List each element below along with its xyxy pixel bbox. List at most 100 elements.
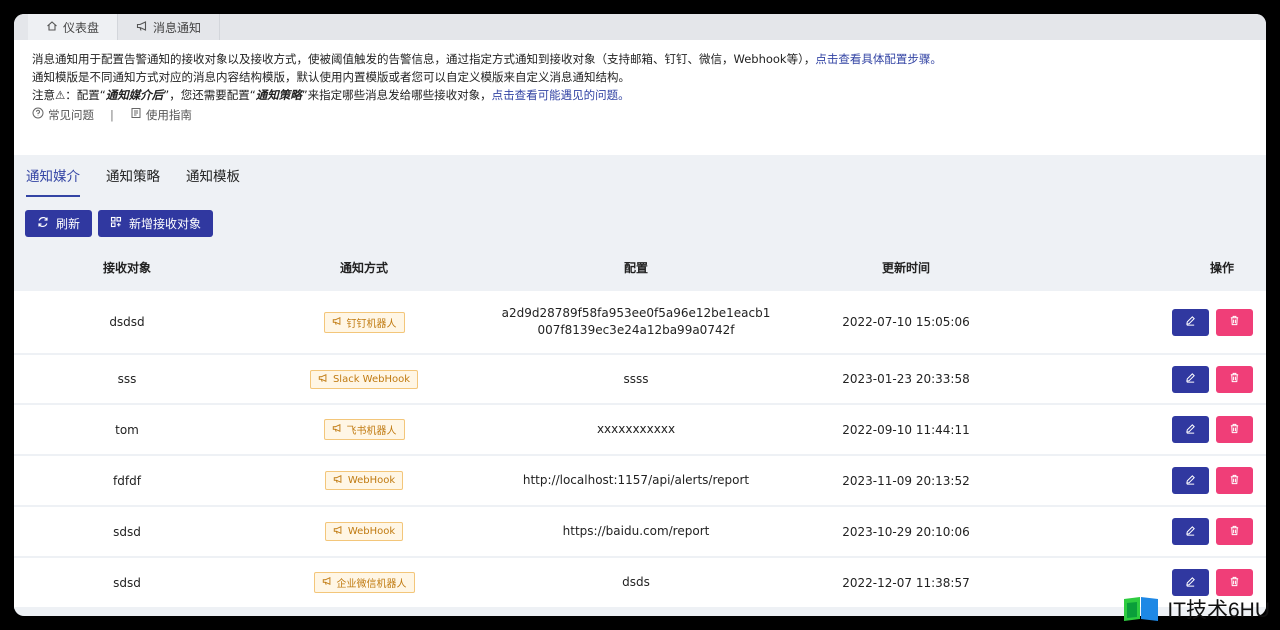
trash-icon <box>1229 474 1240 488</box>
tab-media[interactable]: 通知媒介 <box>26 165 80 197</box>
table-row: sss Slack WebHook ssss 2023-01-23 20:33:… <box>14 355 1266 405</box>
faq-label: 常见问题 <box>48 108 94 122</box>
pencil-icon <box>1185 372 1196 386</box>
column-header-receiver: 接收对象 <box>14 244 240 291</box>
config-cell: https://baidu.com/report <box>488 507 784 558</box>
trash-icon <box>1229 315 1240 329</box>
updated-time-cell: 2023-10-29 20:10:06 <box>784 507 1028 558</box>
notice-line-3: 注意⚠：配置“通知媒介后”，您还需要配置“通知策略”来指定哪些消息发给哪些接收对… <box>32 86 1248 104</box>
main-content: 通知媒介 通知策略 通知模板 刷新 新增接收对象 接收对象 通知方式 配置 更新… <box>14 155 1266 616</box>
tab-dashboard[interactable]: 仪表盘 <box>28 14 119 40</box>
delete-button[interactable] <box>1216 569 1253 596</box>
row-actions <box>1028 308 1266 336</box>
edit-button[interactable] <box>1172 416 1209 443</box>
tab-bar: 仪表盘 消息通知 <box>14 14 1266 40</box>
watermark: IT技术6HU <box>1123 594 1270 624</box>
notice-line-1: 消息通知用于配置告警通知的接收对象以及接收方式，使被阈值触发的告警信息，通过指定… <box>32 50 1248 68</box>
edit-button[interactable] <box>1172 308 1209 336</box>
app-window: 仪表盘 消息通知 消息通知用于配置告警通知的接收对象以及接收方式，使被阈值触发的… <box>14 14 1266 616</box>
method-badge: WebHook <box>324 471 404 490</box>
column-header-method: 通知方式 <box>240 244 488 291</box>
add-receiver-label: 新增接收对象 <box>129 217 202 231</box>
trash-icon <box>1229 423 1240 437</box>
tab-notifications[interactable]: 消息通知 <box>118 14 221 40</box>
config-line: a2d9d28789f58fa953ee0f5a96e12be1eacb1 <box>501 306 771 320</box>
config-line: xxxxxxxxxxx <box>596 422 676 436</box>
method-label: 钉钉机器人 <box>346 318 397 330</box>
method-cell: 企业微信机器人 <box>240 558 488 609</box>
pencil-icon <box>1185 576 1196 590</box>
question-circle-icon <box>32 106 44 124</box>
actions-header-label: 操作 <box>1209 261 1234 275</box>
megaphone-icon <box>136 20 148 35</box>
table-row: sdsd WebHook https://baidu.com/report 20… <box>14 507 1266 558</box>
method-cell: WebHook <box>240 456 488 507</box>
method-badge: 钉钉机器人 <box>323 311 405 333</box>
row-actions <box>1028 569 1266 596</box>
delete-button[interactable] <box>1216 416 1253 443</box>
method-label: WebHook <box>347 526 396 537</box>
tab-policy[interactable]: 通知策略 <box>106 165 160 197</box>
guide-label: 使用指南 <box>145 108 192 122</box>
method-label: Slack WebHook <box>332 373 411 385</box>
delete-button[interactable] <box>1216 308 1253 336</box>
guide-link[interactable]: 使用指南 <box>130 106 192 124</box>
home-icon <box>46 20 58 35</box>
config-cell: xxxxxxxxxxx <box>488 405 784 456</box>
megaphone-icon <box>332 423 342 436</box>
receiver-cell: sdsd <box>14 558 240 609</box>
delete-button[interactable] <box>1216 518 1253 545</box>
delete-button[interactable] <box>1216 365 1253 393</box>
document-icon <box>130 106 142 124</box>
method-label: 企业微信机器人 <box>336 579 407 590</box>
table-row: tom 飞书机器人 xxxxxxxxxxx 2022-09-10 11:44:1… <box>14 405 1266 456</box>
watermark-text: IT技术6HU <box>1167 599 1270 622</box>
tab-template[interactable]: 通知模板 <box>186 165 240 197</box>
delete-button[interactable] <box>1216 467 1253 494</box>
edit-button[interactable] <box>1172 518 1209 545</box>
tab-label: 消息通知 <box>153 20 202 35</box>
config-cell: a2d9d28789f58fa953ee0f5a96e12be1eacb1 00… <box>488 291 784 355</box>
config-line: https://baidu.com/report <box>562 524 710 538</box>
problems-link[interactable]: 点击查看可能遇见的问题。 <box>492 88 630 102</box>
table-row: fdfdf WebHook http://localhost:1157/api/… <box>14 456 1266 507</box>
config-cell: ssss <box>488 355 784 405</box>
notice-text: 注意⚠：配置“ <box>32 88 106 102</box>
megaphone-icon <box>333 525 343 538</box>
updated-time-cell: 2022-12-07 11:38:57 <box>784 558 1028 609</box>
table-header-row: 接收对象 通知方式 配置 更新时间 操作 <box>14 244 1266 291</box>
grid-plus-icon <box>110 216 122 231</box>
method-badge: Slack WebHook <box>309 369 419 389</box>
actions-cell <box>1028 355 1266 405</box>
megaphone-icon <box>322 576 332 589</box>
config-cell: http://localhost:1157/api/alerts/report <box>488 456 784 507</box>
add-receiver-button[interactable]: 新增接收对象 <box>98 210 214 237</box>
updated-time-cell: 2023-11-09 20:13:52 <box>784 456 1028 507</box>
megaphone-icon <box>332 316 342 329</box>
column-header-config: 配置 <box>488 244 784 291</box>
edit-button[interactable] <box>1172 365 1209 393</box>
trash-icon <box>1229 525 1240 539</box>
edit-button[interactable] <box>1172 467 1209 494</box>
config-steps-link[interactable]: 点击查看具体配置步骤。 <box>815 52 942 66</box>
receiver-cell: sss <box>14 355 240 405</box>
actions-cell <box>1028 405 1266 456</box>
notice-text: ”，您还需要配置“ <box>163 88 256 102</box>
updated-time-cell: 2022-09-10 11:44:11 <box>784 405 1028 456</box>
megaphone-icon <box>333 474 343 487</box>
tab-label: 仪表盘 <box>63 20 100 35</box>
method-label: 飞书机器人 <box>346 426 397 437</box>
receiver-cell: tom <box>14 405 240 456</box>
method-cell: 钉钉机器人 <box>240 291 488 355</box>
faq-link[interactable]: 常见问题 <box>32 106 94 124</box>
edit-button[interactable] <box>1172 569 1209 596</box>
config-line: 007f8139ec3e24a12ba99a0742f <box>537 323 735 337</box>
row-actions <box>1028 365 1266 393</box>
method-label: WebHook <box>347 475 396 486</box>
pencil-icon <box>1185 474 1196 488</box>
notice-text: 消息通知用于配置告警通知的接收对象以及接收方式，使被阈值触发的告警信息，通过指定… <box>32 52 816 66</box>
config-line: http://localhost:1157/api/alerts/report <box>522 473 750 487</box>
config-line: dsds <box>622 575 650 589</box>
refresh-button[interactable]: 刷新 <box>25 210 93 237</box>
help-links: 常见问题 | 使用指南 <box>32 106 1248 124</box>
